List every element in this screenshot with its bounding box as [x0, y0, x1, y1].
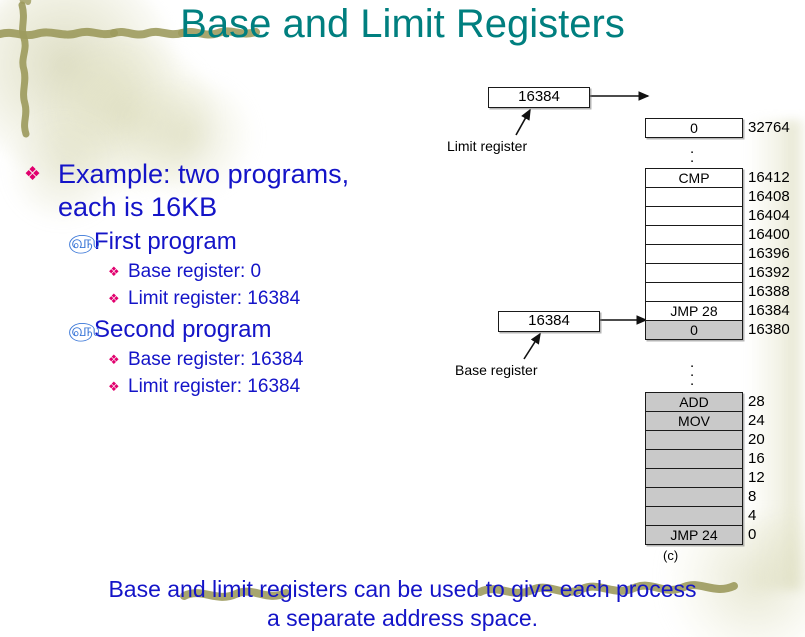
swirl-bullet-icon: ௵	[68, 320, 100, 340]
bullet-example-line2: each is 16KB	[58, 192, 218, 222]
memory-address-label: 16408	[748, 188, 790, 205]
memory-address-label: 28	[748, 393, 765, 410]
memory-address-label: 16	[748, 450, 765, 467]
memory-address-label: 20	[748, 431, 765, 448]
memory-address-label: 32764	[748, 119, 790, 136]
vertical-ellipsis: ...	[690, 354, 695, 389]
memory-address-label: 16404	[748, 207, 790, 224]
memory-address-label: 16380	[748, 321, 790, 338]
figure-label: (c)	[663, 548, 679, 563]
memory-cell: 16	[646, 450, 765, 469]
bullet-second-limit-label: Limit register: 16384	[128, 376, 301, 397]
diamond-cluster-bullet-icon: ❖	[108, 352, 120, 367]
slide-caption: Base and limit registers can be used to …	[0, 575, 805, 633]
memory-block-main: CMP 16412 16408 16404 16400 16396 16392 16388 JM…	[645, 168, 790, 340]
memory-cell: 0 16380	[646, 321, 790, 340]
memory-cell: CMP 16412	[646, 169, 790, 188]
memory-cell: 4	[646, 507, 756, 526]
bullet-first-base: ❖ Base register: 0	[16, 258, 436, 285]
memory-cell: 8	[646, 488, 756, 507]
memory-address-label: 16396	[748, 245, 790, 262]
memory-cell: MOV 24	[646, 412, 765, 431]
bullet-first-program-label: First program	[94, 228, 237, 255]
diamond-cluster-bullet-icon: ❖	[24, 164, 42, 185]
memory-cell: 16408	[646, 188, 790, 207]
memory-address-label: 4	[748, 507, 757, 524]
memory-address-label: 16412	[748, 169, 790, 186]
memory-address-label: 16388	[748, 283, 790, 300]
memory-address-label: 24	[748, 412, 765, 429]
limit-register-box: 16384	[488, 87, 590, 108]
slide-canvas: Base and Limit Registers ❖ Example: two …	[0, 0, 805, 637]
slide-title: Base and Limit Registers	[180, 2, 625, 46]
diamond-cluster-bullet-icon: ❖	[108, 291, 120, 306]
memory-address-label: 12	[748, 469, 765, 486]
vertical-ellipsis: ...	[690, 140, 695, 175]
memory-address-label: 16392	[748, 264, 790, 281]
memory-cell: JMP 28 16384	[646, 302, 790, 321]
slide-caption-line1: Base and limit registers can be used to …	[108, 576, 697, 602]
slide-caption-line2: a separate address space.	[266, 605, 539, 631]
limit-register-label: Limit register	[447, 138, 528, 154]
base-register-label: Base register	[455, 362, 538, 378]
bullet-example: ❖ Example: two programs, each is 16KB	[16, 158, 436, 224]
memory-cell: 16392	[646, 264, 790, 283]
memory-address-label: 16400	[748, 226, 790, 243]
diamond-cluster-bullet-icon: ❖	[108, 264, 120, 279]
swirl-bullet-icon: ௵	[68, 232, 100, 252]
bullet-second-base: ❖ Base register: 16384	[16, 346, 436, 373]
bullet-first-limit-label: Limit register: 16384	[128, 288, 301, 309]
memory-address-label: 16384	[748, 302, 790, 319]
memory-cell: ADD 28	[646, 393, 765, 412]
bullet-second-program: ௵ Second program	[16, 314, 436, 346]
memory-block-low: ADD 28 MOV 24 20 16 12 8 4 JMP 24 0	[645, 392, 765, 545]
diamond-cluster-bullet-icon: ❖	[108, 379, 120, 394]
bullet-first-base-label: Base register: 0	[128, 261, 262, 282]
memory-cell: 16400	[646, 226, 790, 245]
memory-cell: 16396	[646, 245, 790, 264]
memory-block-top: 0 32764	[645, 118, 790, 138]
bullet-list: ❖ Example: two programs, each is 16KB ௵ …	[16, 158, 436, 400]
bullet-first-limit: ❖ Limit register: 16384	[16, 285, 436, 312]
bullet-second-program-label: Second program	[94, 316, 272, 343]
bullet-example-line1: Example: two programs,	[58, 159, 350, 189]
memory-address-label: 0	[748, 526, 757, 543]
memory-cell: 0 32764	[646, 119, 790, 138]
base-register-box: 16384	[498, 311, 600, 332]
memory-cell: 20	[646, 431, 765, 450]
memory-cell: 16388	[646, 283, 790, 302]
memory-address-label: 8	[748, 488, 757, 505]
memory-cell: 12	[646, 469, 765, 488]
memory-cell: JMP 24 0	[646, 526, 756, 545]
bullet-first-program: ௵ First program	[16, 226, 436, 258]
bullet-second-base-label: Base register: 16384	[128, 349, 304, 370]
memory-cell: 16404	[646, 207, 790, 226]
bullet-second-limit: ❖ Limit register: 16384	[16, 373, 436, 400]
